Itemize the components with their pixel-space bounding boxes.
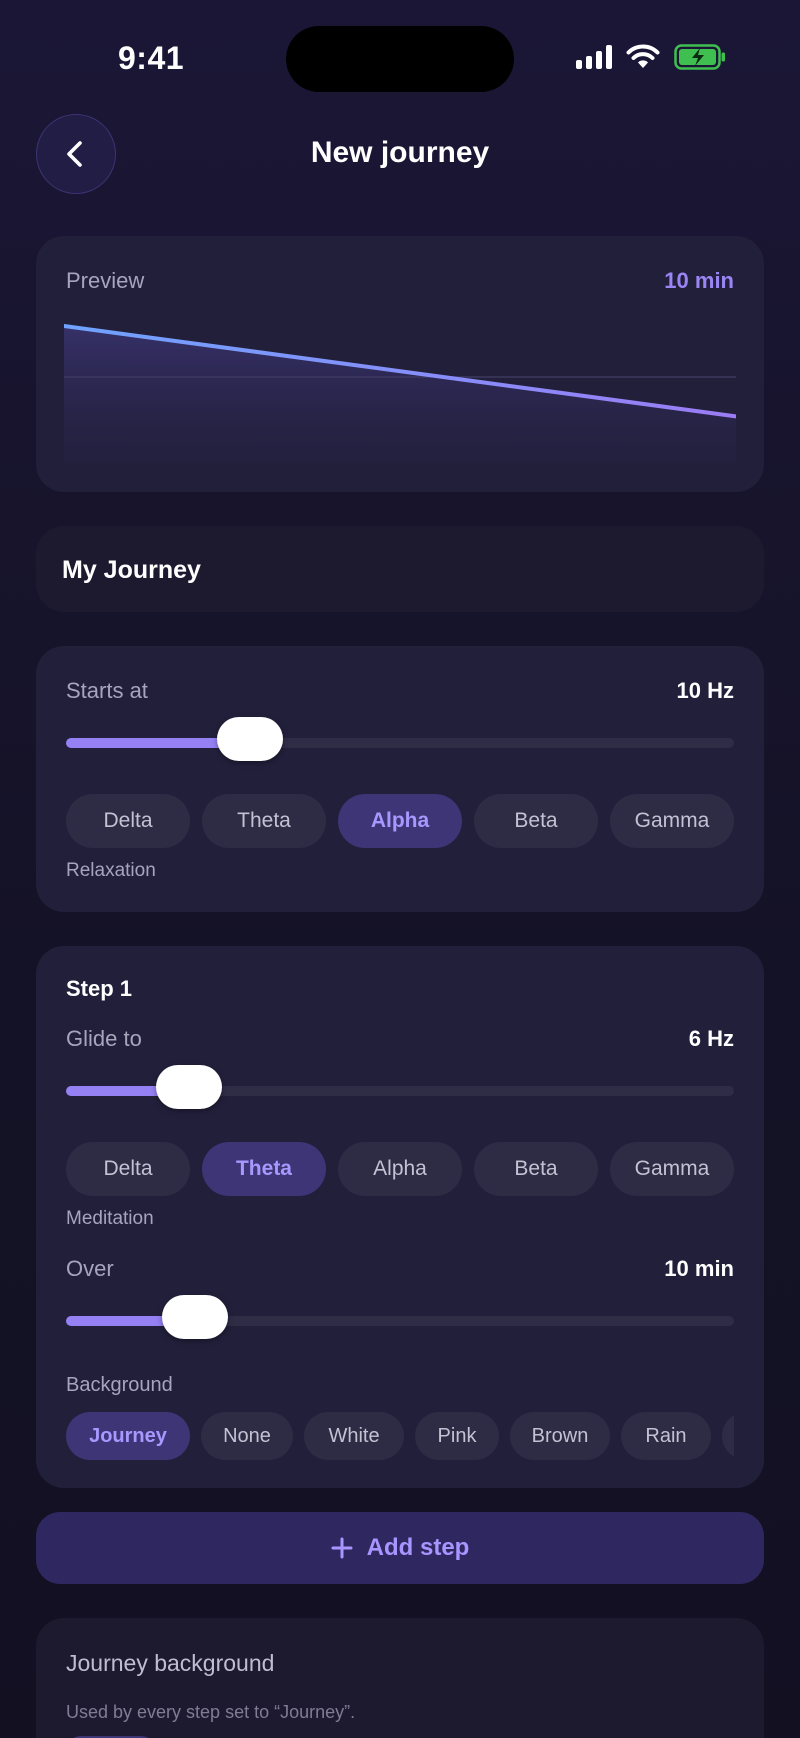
slider-thumb[interactable] bbox=[162, 1295, 229, 1339]
journey-name-value: My Journey bbox=[62, 556, 201, 584]
glide-frequency-slider[interactable] bbox=[66, 1065, 734, 1109]
start-band-chip-beta[interactable]: Beta bbox=[474, 794, 598, 848]
glide-value: 6 Hz bbox=[688, 1026, 734, 1051]
background-label: Background bbox=[66, 1374, 173, 1396]
step-band-chips: Delta Theta Alpha Beta Gamma bbox=[66, 1142, 734, 1196]
battery-charging-icon bbox=[674, 44, 725, 70]
journey-background-title: Journey background bbox=[66, 1650, 275, 1676]
start-band-chips: Delta Theta Alpha Beta Gamma bbox=[66, 794, 734, 848]
step-band-chip-theta[interactable]: Theta bbox=[202, 1142, 326, 1196]
start-card: Starts at 10 Hz Delta Theta Alpha Beta Gamma… bbox=[36, 646, 764, 912]
page-title: New journey bbox=[310, 136, 490, 169]
plus-icon bbox=[331, 1537, 353, 1559]
start-band-chip-alpha[interactable]: Alpha bbox=[338, 794, 462, 848]
start-band-chip-delta[interactable]: Delta bbox=[66, 794, 190, 848]
step-band-chip-gamma[interactable]: Gamma bbox=[610, 1142, 734, 1196]
preview-duration: 10 min bbox=[664, 268, 734, 293]
preview-chart bbox=[64, 324, 736, 464]
add-step-label: Add step bbox=[366, 1534, 470, 1561]
journey-background-description: Used by every step set to “Journey”. bbox=[66, 1702, 356, 1722]
step-band-chip-delta[interactable]: Delta bbox=[66, 1142, 190, 1196]
start-label: Starts at bbox=[66, 678, 148, 703]
background-chip-journey[interactable]: Journey bbox=[66, 1412, 190, 1460]
background-chip-overflow[interactable] bbox=[722, 1412, 734, 1460]
preview-card: Preview 10 min bbox=[36, 236, 764, 492]
step-title: Step 1 bbox=[66, 976, 133, 1001]
slider-thumb[interactable] bbox=[156, 1065, 223, 1109]
background-chips: Journey None White Pink Brown Rain bbox=[66, 1412, 734, 1460]
step-band-chip-beta[interactable]: Beta bbox=[474, 1142, 598, 1196]
duration-slider[interactable] bbox=[66, 1295, 734, 1339]
cellular-signal-icon bbox=[576, 45, 612, 69]
background-chip-brown[interactable]: Brown bbox=[510, 1412, 610, 1460]
preview-area bbox=[64, 326, 736, 464]
start-frequency-slider[interactable] bbox=[66, 717, 734, 761]
background-chip-rain[interactable]: Rain bbox=[621, 1412, 711, 1460]
dynamic-island bbox=[286, 26, 514, 92]
step-band-description: Meditation bbox=[66, 1208, 154, 1229]
slider-thumb[interactable] bbox=[216, 717, 283, 761]
wifi-icon bbox=[626, 44, 660, 68]
status-icons bbox=[576, 44, 726, 70]
status-time: 9:41 bbox=[118, 40, 185, 76]
start-band-chip-gamma[interactable]: Gamma bbox=[610, 794, 734, 848]
journey-background-card: Journey background Used by every step se… bbox=[36, 1618, 764, 1738]
start-value: 10 Hz bbox=[676, 678, 734, 703]
glide-label: Glide to bbox=[66, 1026, 142, 1051]
start-band-chip-theta[interactable]: Theta bbox=[202, 794, 326, 848]
background-chips-viewport[interactable]: Journey None White Pink Brown Rain bbox=[66, 1412, 734, 1462]
step-card: Step 1 Glide to 6 Hz Delta Theta Alpha Beta… bbox=[36, 946, 764, 1488]
preview-label: Preview bbox=[66, 268, 145, 293]
background-chip-none[interactable]: None bbox=[201, 1412, 293, 1460]
start-band-description: Relaxation bbox=[66, 860, 156, 881]
over-label: Over bbox=[66, 1256, 114, 1281]
over-value: 10 min bbox=[664, 1256, 734, 1281]
journey-name-field[interactable]: My Journey bbox=[36, 526, 764, 612]
background-chip-pink[interactable]: Pink bbox=[415, 1412, 499, 1460]
step-band-chip-alpha[interactable]: Alpha bbox=[338, 1142, 462, 1196]
background-chip-white[interactable]: White bbox=[304, 1412, 404, 1460]
add-step-button[interactable]: Add step bbox=[36, 1512, 764, 1584]
